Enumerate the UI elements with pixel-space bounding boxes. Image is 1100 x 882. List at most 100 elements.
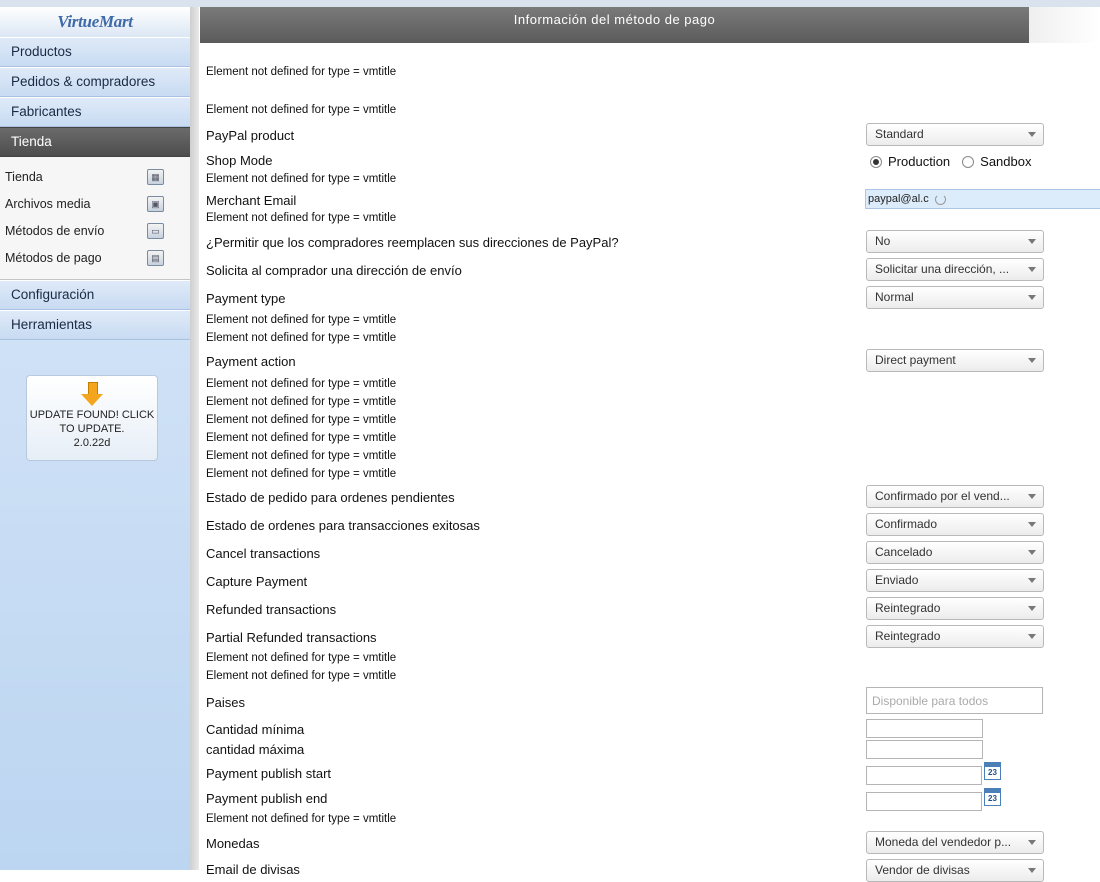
request-shipping-address-label: Solicita al comprador una dirección de e… xyxy=(206,263,462,278)
merchant-email-label: Merchant Email xyxy=(206,193,297,208)
request-shipping-address-select[interactable]: Solicitar una dirección, ... xyxy=(866,258,1044,281)
max-amount-label: cantidad máxima xyxy=(206,742,305,757)
download-arrow-icon xyxy=(81,382,103,406)
menu-item-productos[interactable]: Productos xyxy=(0,37,190,67)
min-amount-label: Cantidad mínima xyxy=(206,722,305,737)
shop-mode-label: Shop Mode xyxy=(206,153,273,168)
submenu-item-archivos-media[interactable]: Archivos media ▣ xyxy=(0,190,190,217)
tienda-submenu: Tienda ▦ Archivos media ▣ Métodos de env… xyxy=(0,157,190,280)
calendar-icon[interactable]: 23 xyxy=(984,788,1001,806)
currencies-label: Monedas xyxy=(206,836,260,851)
max-amount-input[interactable] xyxy=(866,740,983,759)
select-value: Normal xyxy=(875,290,914,304)
chevron-down-icon xyxy=(1028,358,1036,363)
cancel-transactions-select[interactable]: Cancelado xyxy=(866,541,1044,564)
select-value: Reintegrado xyxy=(875,601,941,615)
status-success-label: Estado de ordenes para transacciones exi… xyxy=(206,518,480,533)
submenu-label: Archivos media xyxy=(5,196,91,211)
partial-refunded-select[interactable]: Reintegrado xyxy=(866,625,1044,648)
undefined-element-note: Element not defined for type = vmtitle xyxy=(206,652,397,664)
email-currency-select[interactable]: Vendor de divisas xyxy=(866,859,1044,882)
select-value: Standard xyxy=(875,127,924,141)
select-value: Direct payment xyxy=(875,353,956,367)
chevron-down-icon xyxy=(1028,132,1036,137)
capture-payment-select[interactable]: Enviado xyxy=(866,569,1044,592)
undefined-element-note: Element not defined for type = vmtitle xyxy=(206,450,397,462)
truck-icon: ▭ xyxy=(147,222,164,239)
allow-replace-address-label: ¿Permitir que los compradores reemplacen… xyxy=(206,235,619,250)
submenu-item-tienda[interactable]: Tienda ▦ xyxy=(0,163,190,190)
payment-type-select[interactable]: Normal xyxy=(866,286,1044,309)
sandbox-label: Sandbox xyxy=(980,154,1032,169)
submenu-item-metodos-pago[interactable]: Métodos de pago ▤ xyxy=(0,244,190,271)
undefined-element-note: Element not defined for type = vmtitle xyxy=(206,378,397,390)
select-value: Moneda del vendedor p... xyxy=(875,835,1012,849)
chevron-down-icon xyxy=(1028,634,1036,639)
refunded-transactions-label: Refunded transactions xyxy=(206,602,337,617)
calendar-day: 23 xyxy=(988,794,997,803)
currencies-select[interactable]: Moneda del vendedor p... xyxy=(866,831,1044,854)
refunded-transactions-select[interactable]: Reintegrado xyxy=(866,597,1044,620)
submenu-label: Métodos de envío xyxy=(5,223,105,238)
update-text-line1: UPDATE FOUND! CLICK xyxy=(29,409,155,421)
payment-type-label: Payment type xyxy=(206,291,286,306)
undefined-element-note: Element not defined for type = vmtitle xyxy=(206,670,397,682)
status-pending-label: Estado de pedido para ordenes pendientes xyxy=(206,490,455,505)
chevron-down-icon xyxy=(1028,606,1036,611)
undefined-element-note: Element not defined for type = vmtitle xyxy=(206,396,397,408)
sidebar: VirtueMart Productos Pedidos & comprador… xyxy=(0,7,190,870)
paypal-product-label: PayPal product xyxy=(206,128,295,143)
undefined-element-note: Element not defined for type = vmtitle xyxy=(206,66,397,78)
status-success-select[interactable]: Confirmado xyxy=(866,513,1044,536)
publish-end-label: Payment publish end xyxy=(206,791,328,806)
countries-label: Paises xyxy=(206,695,246,710)
virtuemart-logo[interactable]: VirtueMart xyxy=(0,7,190,37)
chevron-down-icon xyxy=(1028,578,1036,583)
undefined-element-note: Element not defined for type = vmtitle xyxy=(206,432,397,444)
select-value: Cancelado xyxy=(875,545,933,559)
store-icon: ▦ xyxy=(147,168,164,185)
select-value: Confirmado por el vend... xyxy=(875,489,1010,503)
payment-action-select[interactable]: Direct payment xyxy=(866,349,1044,372)
loading-icon xyxy=(934,193,946,205)
paypal-product-select[interactable]: Standard xyxy=(866,123,1044,146)
chevron-down-icon xyxy=(1028,550,1036,555)
page-title: Información del método de pago xyxy=(200,7,1029,43)
merchant-email-value: paypal@al.c xyxy=(868,193,929,205)
status-pending-select[interactable]: Confirmado por el vend... xyxy=(866,485,1044,508)
countries-input[interactable]: Disponible para todos xyxy=(866,687,1043,714)
menu-item-pedidos[interactable]: Pedidos & compradores xyxy=(0,67,190,97)
calendar-icon[interactable]: 23 xyxy=(984,762,1001,780)
menu-item-fabricantes[interactable]: Fabricantes xyxy=(0,97,190,127)
submenu-item-metodos-envio[interactable]: Métodos de envío ▭ xyxy=(0,217,190,244)
undefined-element-note: Element not defined for type = vmtitle xyxy=(206,813,397,825)
chevron-down-icon xyxy=(1028,295,1036,300)
merchant-email-field[interactable]: paypal@al.c xyxy=(865,189,1100,209)
sandbox-radio[interactable] xyxy=(962,155,975,168)
production-radio[interactable] xyxy=(870,155,882,168)
select-value: No xyxy=(875,234,891,248)
undefined-element-note: Element not defined for type = vmtitle xyxy=(206,414,397,426)
undefined-element-note: Element not defined for type = vmtitle xyxy=(206,314,397,326)
publish-start-input[interactable] xyxy=(866,766,982,785)
select-value: Reintegrado xyxy=(875,629,941,643)
select-value: Solicitar una dirección, ... xyxy=(875,262,1010,276)
update-button[interactable]: UPDATE FOUND! CLICK TO UPDATE. 2.0.22d xyxy=(26,375,158,461)
chevron-down-icon xyxy=(1028,494,1036,499)
menu-item-configuracion[interactable]: Configuración xyxy=(0,280,190,310)
chevron-down-icon xyxy=(1028,239,1036,244)
select-value: Confirmado xyxy=(875,517,938,531)
chevron-down-icon xyxy=(1028,522,1036,527)
menu-item-tienda[interactable]: Tienda xyxy=(0,127,190,157)
partial-refunded-label: Partial Refunded transactions xyxy=(206,630,377,645)
media-icon: ▣ xyxy=(147,195,164,212)
undefined-element-note: Element not defined for type = vmtitle xyxy=(206,173,397,185)
select-value: Vendor de divisas xyxy=(875,863,970,877)
submenu-label: Métodos de pago xyxy=(5,250,102,265)
chevron-down-icon xyxy=(1028,840,1036,845)
select-value: Enviado xyxy=(875,573,919,587)
menu-item-herramientas[interactable]: Herramientas xyxy=(0,310,190,340)
publish-end-input[interactable] xyxy=(866,792,982,811)
allow-replace-address-select[interactable]: No xyxy=(866,230,1044,253)
min-amount-input[interactable] xyxy=(866,719,983,738)
